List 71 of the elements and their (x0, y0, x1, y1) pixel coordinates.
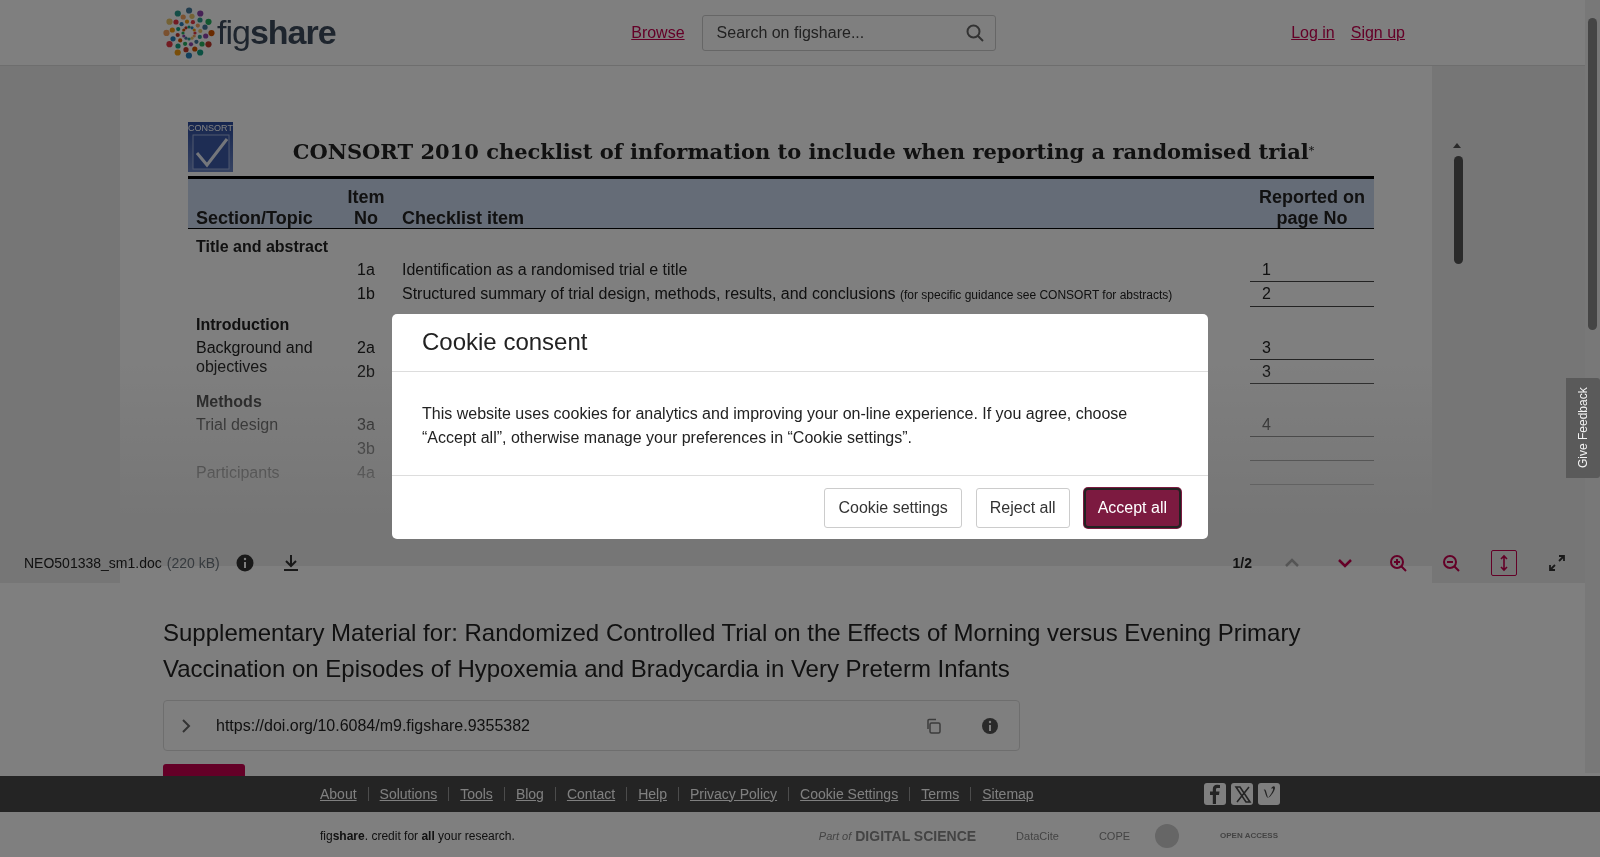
dialog-button[interactable]: Cookie settings (824, 487, 962, 528)
download-icon[interactable] (281, 554, 300, 572)
partner-logo-text: DIGITAL SCIENCE (855, 826, 977, 846)
file-size: (220 kB) (166, 553, 220, 573)
partner-logo-text: OPEN ACCESS (1220, 830, 1278, 842)
x-icon[interactable] (1231, 783, 1253, 805)
item-number: 2a (357, 339, 375, 357)
logo-icon[interactable] (163, 6, 215, 59)
tagline: figshare. credit for all your research. (320, 828, 515, 845)
item-number: 2b (357, 362, 375, 380)
column-header: Checklist item (394, 177, 1250, 229)
column-header: Reported on page No (1250, 177, 1374, 229)
item-title: Supplementary Material for: Randomized Controlled Trial on the Effects of Morning versus Evening Primary Vaccination on Episodes of Hypoxemia and Bradycardia in Very Preterm Infants (163, 618, 1302, 684)
footer-link[interactable]: Solutions (379, 783, 438, 805)
footer-link[interactable]: Blog (515, 783, 544, 805)
footer-link[interactable]: Sitemap (982, 783, 1034, 805)
dialog-title: Cookie consent (392, 314, 1208, 372)
document-title: CONSORT 2010 checklist of information to include when reporting a randomised trial$^{*}$ (291, 138, 1316, 166)
search-field[interactable]: Search on figshare... (701, 14, 996, 51)
page-number: 3 (1262, 363, 1271, 381)
item-number: 1b (357, 284, 375, 302)
zoom-out-icon (1442, 554, 1460, 572)
checklist-text: Structured summary of trial design, methods, results, and conclusions (402, 284, 896, 302)
checkmark-icon (190, 133, 231, 171)
section-heading: Methods (196, 393, 262, 411)
section-heading: Introduction (196, 316, 290, 334)
copy-icon[interactable] (925, 717, 941, 734)
topic-cell: Trial design (196, 416, 279, 434)
logo-text: CONSORT (188, 124, 233, 133)
page-number: 4 (1262, 416, 1271, 434)
page-number: 2 (1262, 285, 1271, 303)
chevron-right-icon[interactable] (180, 717, 192, 734)
info-icon[interactable] (235, 554, 254, 572)
partner-logo-text: DataCite (1016, 828, 1059, 844)
dialog-text: This website uses cookies for analytics and improving your on-line experience. If you agree, choose “Accept all”, otherwise manage your preferences in “Cookie settings”. (421, 403, 1129, 448)
file-name-text: NEO501338_sm1.doc (24, 553, 162, 573)
seal-icon (1154, 823, 1181, 849)
dialog-button[interactable]: Accept all (1083, 487, 1181, 528)
browse-link[interactable]: Browse (631, 20, 685, 45)
login-link[interactable]: Log in (1291, 20, 1335, 45)
footer-link[interactable]: About (320, 783, 357, 805)
logo-wordmark[interactable]: figshare (217, 7, 336, 58)
column-header: Section/Topic (188, 177, 338, 229)
doi-link[interactable]: https://doi.org/10.6084/m9.figshare.9355382 (216, 713, 901, 738)
footer-link[interactable]: Cookie Settings (800, 783, 899, 805)
section-heading: Title and abstract (196, 238, 329, 256)
partner-logo-text: COPE (1098, 828, 1131, 844)
footer-link[interactable]: Terms (921, 783, 960, 805)
footer-link[interactable]: Privacy Policy (689, 783, 778, 805)
info-icon[interactable] (981, 716, 999, 735)
guidance-note: (for specific guidance see CONSORT for abstracts) (900, 287, 1173, 302)
expand-icon (1548, 554, 1566, 572)
item-number: 1a (357, 261, 375, 279)
column-header: Item No (338, 177, 394, 229)
footer-link[interactable]: Contact (566, 783, 616, 805)
vimeo-icon[interactable] (1258, 783, 1280, 805)
search-icon[interactable] (965, 23, 984, 42)
page-number: 3 (1262, 339, 1271, 357)
item-number: 3a (357, 416, 375, 434)
feedback-tab[interactable]: Give Feedback (1566, 378, 1600, 478)
topic-cell: Background and objectives (196, 339, 313, 376)
zoom-in-icon (1389, 554, 1407, 572)
page-indicator: 1/2 (1232, 553, 1252, 573)
dialog-button[interactable]: Reject all (975, 487, 1070, 528)
facebook-icon[interactable] (1204, 783, 1226, 805)
footer-link[interactable]: Tools (460, 783, 493, 805)
footer-link[interactable]: Help (638, 783, 667, 805)
page-number: 1 (1262, 261, 1271, 279)
fit-height-button[interactable] (1491, 550, 1517, 576)
signup-link[interactable]: Sign up (1350, 20, 1405, 45)
checklist-text: Identification as a randomised trial e title (402, 261, 688, 279)
